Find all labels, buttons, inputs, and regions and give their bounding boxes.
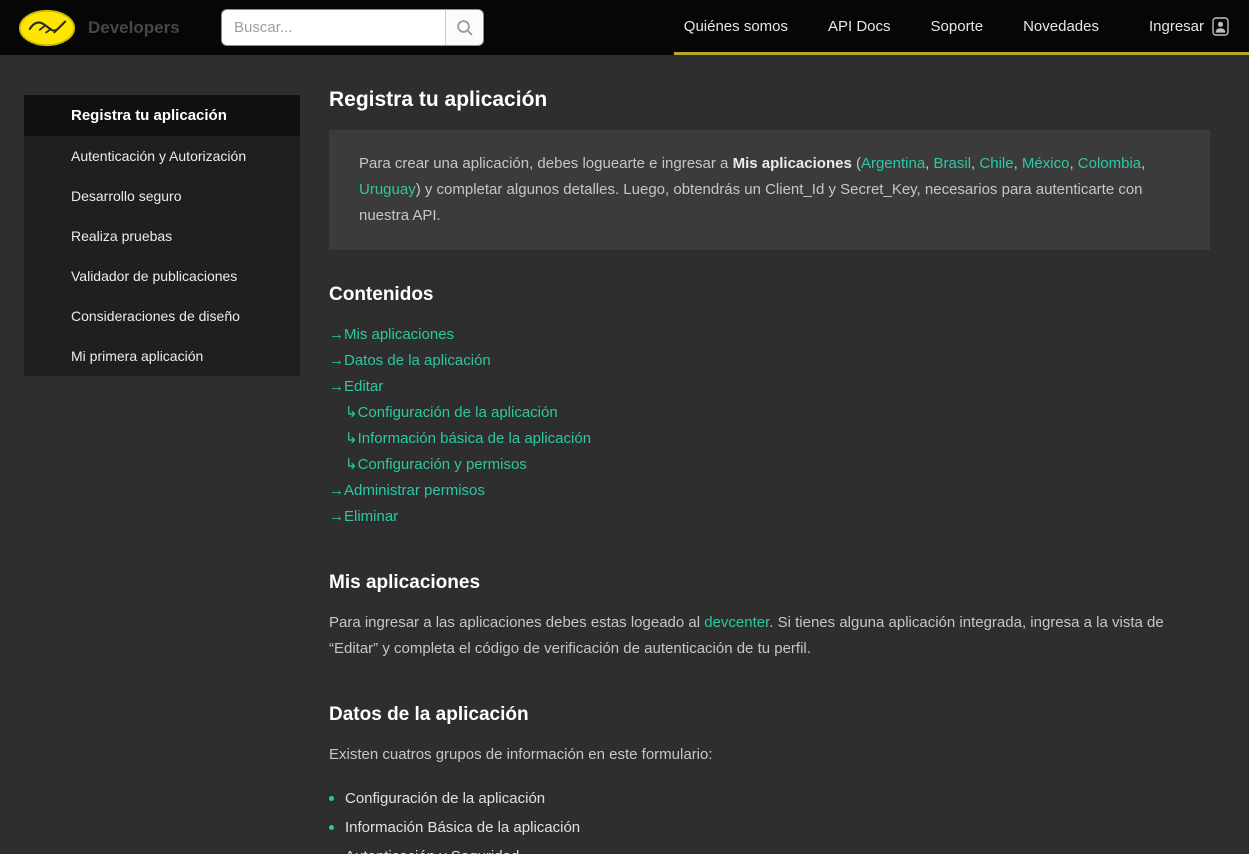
toc-item: →Datos de la aplicación: [329, 348, 1210, 374]
sidebar: Registra tu aplicaciónAutenticación y Au…: [24, 95, 300, 376]
sidebar-item-desarrollo-seguro[interactable]: Desarrollo seguro: [24, 176, 300, 216]
info-note: Para crear una aplicación, debes loguear…: [329, 130, 1210, 250]
search-box: [221, 9, 484, 46]
mis-aplicaciones-heading: Mis aplicaciones: [329, 572, 1210, 594]
form-group-item: Autenticación y Seguridad: [329, 842, 1210, 854]
nav-item-soporte[interactable]: Soporte: [931, 18, 984, 35]
country-link-méxico[interactable]: México: [1022, 155, 1070, 172]
user-icon: [1212, 17, 1229, 36]
note-bold: Mis aplicaciones: [733, 155, 852, 172]
toc-item: →Editar: [329, 374, 1210, 400]
datos-intro: Existen cuatros grupos de información en…: [329, 742, 1210, 768]
brand-title: Developers: [88, 18, 183, 38]
bullet-dot: [329, 825, 334, 830]
page-title: Registra tu aplicación: [329, 88, 1210, 112]
toc-item: ↳Configuración y permisos: [329, 452, 1210, 478]
country-link-argentina[interactable]: Argentina: [861, 155, 925, 172]
header-nav-wrap: Quiénes somos API Docs Soporte Novedades In…: [674, 0, 1249, 55]
toc-item: ↳Información básica de la aplicación: [329, 426, 1210, 452]
top-header: Developers Quiénes somos API Docs Soporte N…: [0, 0, 1249, 55]
note-paren: (: [852, 155, 861, 172]
login-label: Ingresar: [1149, 18, 1204, 35]
form-group-label: Configuración de la aplicación: [345, 784, 545, 813]
toc-link[interactable]: →Datos de la aplicación: [329, 352, 491, 369]
sidebar-item-consideraciones-de-diseno[interactable]: Consideraciones de diseño: [24, 296, 300, 336]
country-link-uruguay[interactable]: Uruguay: [359, 181, 416, 198]
form-group-item: Información Básica de la aplicación: [329, 813, 1210, 842]
devcenter-link[interactable]: devcenter: [704, 614, 769, 631]
sidebar-item-realiza-pruebas[interactable]: Realiza pruebas: [24, 216, 300, 256]
toc-item: ↳Configuración de la aplicación: [329, 400, 1210, 426]
toc-link[interactable]: →Editar: [329, 378, 383, 395]
toc-item: →Administrar permisos: [329, 478, 1210, 504]
toc-link[interactable]: →Administrar permisos: [329, 482, 485, 499]
mis-aplicaciones-paragraph: Para ingresar a las aplicaciones debes e…: [329, 610, 1210, 662]
form-groups-list: Configuración de la aplicaciónInformació…: [329, 784, 1210, 854]
mercadolibre-logo[interactable]: [18, 9, 76, 47]
sidebar-item-registra-tu-aplicacion[interactable]: Registra tu aplicación: [24, 95, 300, 136]
header-nav: Quiénes somos API Docs Soporte Novedades: [684, 18, 1099, 35]
toc-item: →Eliminar: [329, 504, 1210, 530]
datos-heading: Datos de la aplicación: [329, 704, 1210, 726]
nav-item-novedades[interactable]: Novedades: [1023, 18, 1099, 35]
toc-link[interactable]: →Eliminar: [329, 508, 398, 525]
toc-link[interactable]: →Mis aplicaciones: [329, 326, 454, 343]
form-group-item: Configuración de la aplicación: [329, 784, 1210, 813]
login-link[interactable]: Ingresar: [1149, 17, 1229, 36]
contents-heading: Contenidos: [329, 284, 1210, 306]
sidebar-item-autenticacion-y-autorizacion[interactable]: Autenticación y Autorización: [24, 136, 300, 176]
search-input[interactable]: [222, 10, 445, 45]
toc-link[interactable]: ↳Configuración y permisos: [345, 456, 527, 473]
form-group-label: Información Básica de la aplicación: [345, 813, 580, 842]
country-link-colombia[interactable]: Colombia: [1078, 155, 1141, 172]
bullet-dot: [329, 796, 334, 801]
handshake-logo-icon: [18, 9, 76, 47]
toc-link[interactable]: ↳Información básica de la aplicación: [345, 430, 591, 447]
nav-item-api-docs[interactable]: API Docs: [828, 18, 891, 35]
note-text-pre: Para crear una aplicación, debes loguear…: [359, 155, 733, 172]
search-button[interactable]: [445, 10, 483, 45]
toc-link[interactable]: ↳Configuración de la aplicación: [345, 404, 558, 421]
main-content: Registra tu aplicación Para crear una ap…: [329, 88, 1210, 854]
search-icon: [456, 19, 474, 37]
nav-item-quienes-somos[interactable]: Quiénes somos: [684, 18, 788, 35]
country-link-chile[interactable]: Chile: [979, 155, 1013, 172]
toc-item: →Mis aplicaciones: [329, 322, 1210, 348]
sidebar-item-validador-de-publicaciones[interactable]: Validador de publicaciones: [24, 256, 300, 296]
toc: →Mis aplicaciones →Datos de la aplicación…: [329, 322, 1210, 530]
country-link-brasil[interactable]: Brasil: [934, 155, 972, 172]
sidebar-item-mi-primera-aplicacion[interactable]: Mi primera aplicación: [24, 336, 300, 376]
form-group-label: Autenticación y Seguridad: [345, 842, 519, 854]
note-text-post: ) y completar algunos detalles. Luego, o…: [359, 181, 1143, 224]
mis-aplicaciones-text-pre: Para ingresar a las aplicaciones debes e…: [329, 614, 704, 631]
